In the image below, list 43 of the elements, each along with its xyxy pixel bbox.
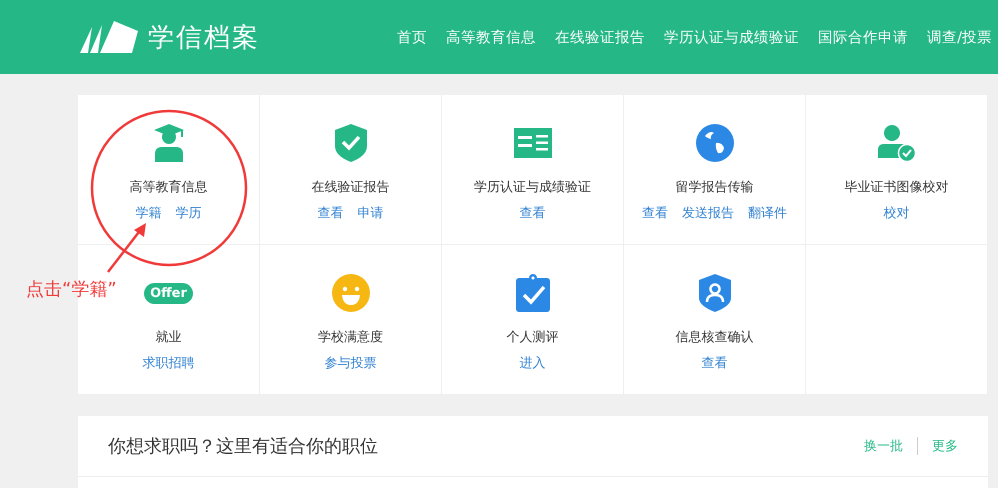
- service-title: 高等教育信息: [130, 178, 208, 196]
- service-title: 学校满意度: [318, 329, 383, 346]
- service-link[interactable]: 查看: [318, 204, 344, 222]
- service-link[interactable]: 参与投票: [324, 354, 376, 372]
- user-check-icon: [878, 124, 916, 162]
- service-link[interactable]: 学籍: [136, 204, 162, 222]
- action-link[interactable]: 更多: [917, 437, 958, 455]
- clipboard-check-icon: [516, 274, 550, 312]
- nav-link[interactable]: 首页: [397, 28, 428, 46]
- service-link[interactable]: 求职招聘: [142, 354, 194, 372]
- globe-icon: [696, 124, 734, 162]
- service-title: 在线验证报告: [312, 179, 390, 196]
- shield-user-icon: [698, 274, 730, 312]
- service-title: 个人测评: [506, 329, 558, 346]
- nav-link[interactable]: 国际合作申请: [818, 28, 908, 46]
- service-link[interactable]: 校对: [884, 204, 910, 222]
- service-link[interactable]: 翻译件: [748, 204, 787, 222]
- nav-link[interactable]: 调查/投票: [927, 28, 992, 46]
- service-title: 学历认证与成绩验证: [474, 179, 591, 196]
- logo-text[interactable]: 学信档案: [148, 20, 260, 54]
- service-link[interactable]: 查看: [642, 204, 668, 222]
- nav-link[interactable]: 学历认证与成绩验证: [664, 28, 800, 46]
- service-title: 信息核查确认: [676, 329, 754, 346]
- nav-link[interactable]: 在线验证报告: [555, 28, 646, 46]
- nav-link[interactable]: 高等教育信息: [446, 28, 536, 46]
- service-title: 就业: [156, 329, 182, 346]
- section-title: 你想求职吗？这里有适合你的职位: [108, 435, 378, 458]
- service-title: 留学报告传输: [676, 179, 754, 196]
- smiley-icon: [332, 274, 370, 312]
- service-link[interactable]: 查看: [702, 354, 728, 372]
- graduate-icon: [154, 124, 184, 162]
- service-link[interactable]: 申请: [358, 204, 384, 222]
- book-logo-icon: [78, 19, 140, 55]
- action-link[interactable]: 换一批: [864, 437, 903, 455]
- annotation-text: 点击“学籍”: [26, 278, 117, 301]
- shield-check-icon: [334, 124, 366, 162]
- service-link[interactable]: 学历: [176, 204, 202, 222]
- service-title: 毕业证书图像校对: [844, 179, 948, 196]
- offer-badge: Offer: [144, 282, 193, 304]
- service-link[interactable]: 查看: [520, 204, 546, 222]
- service-link[interactable]: 进入: [520, 354, 546, 372]
- service-link[interactable]: 发送报告: [682, 204, 734, 222]
- id-card-icon: [514, 128, 552, 158]
